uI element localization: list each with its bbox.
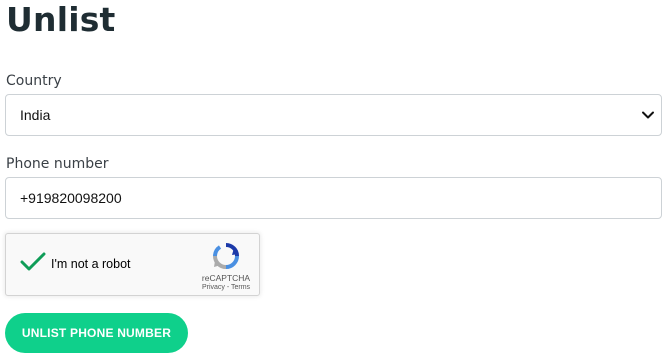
phone-label: Phone number [6,156,109,172]
recaptcha-widget: I'm not a robot reCAPTCHA Privacy - Term… [5,233,260,296]
recaptcha-terms-links[interactable]: Privacy - Terms [196,284,256,291]
checkmark-icon[interactable] [20,251,46,273]
chevron-down-icon [642,111,654,119]
phone-number-input[interactable] [5,177,662,219]
country-select[interactable]: India [5,94,662,136]
recaptcha-label: I'm not a robot [51,257,131,271]
recaptcha-logo-icon [213,243,239,269]
unlist-phone-number-button[interactable]: UNLIST PHONE NUMBER [5,313,188,353]
country-select-value: India [20,107,51,123]
recaptcha-brand: reCAPTCHA [201,273,251,283]
page-title: Unlist [6,0,116,39]
country-label: Country [6,73,62,89]
